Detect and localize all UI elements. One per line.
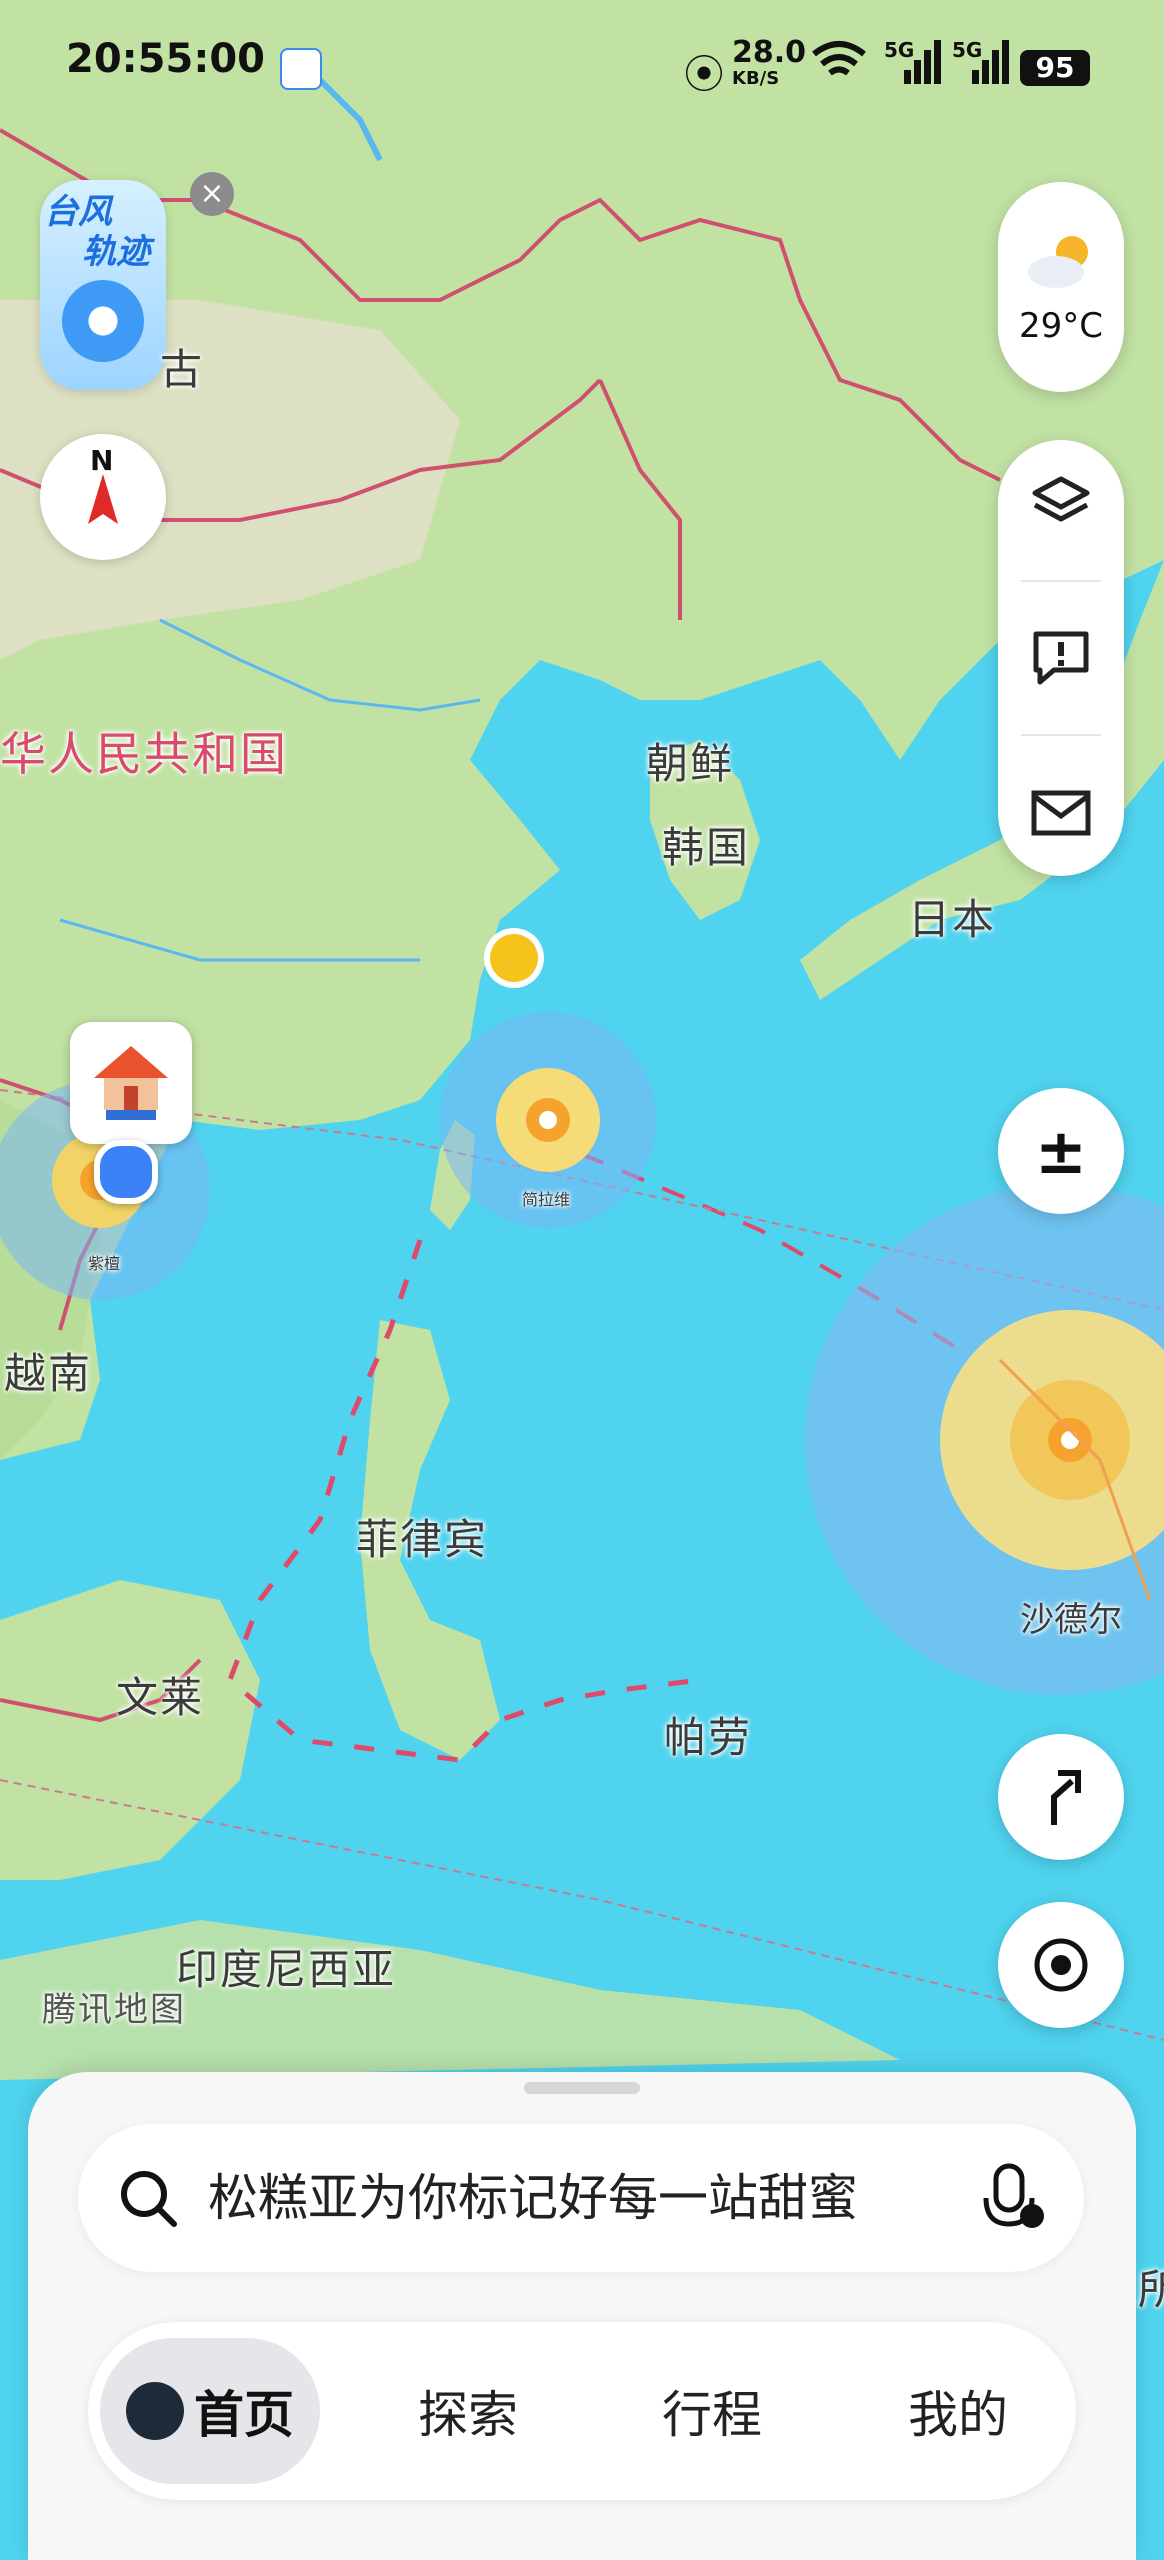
- layers-icon: [1032, 476, 1090, 522]
- wifi-icon: [810, 40, 868, 95]
- mail-button[interactable]: [1011, 763, 1111, 863]
- status-time: 20:55:00: [66, 36, 265, 82]
- favorite-star-marker: [484, 928, 544, 988]
- typhoon-swirl-icon: [62, 280, 144, 362]
- search-placeholder: 松糕亚为你标记好每一站甜蜜: [208, 2169, 858, 2227]
- house-icon: [94, 1046, 168, 1120]
- home-leaf-icon: [126, 2382, 184, 2440]
- battery-level: 95: [1035, 51, 1075, 84]
- microphone-icon[interactable]: [980, 2162, 1046, 2234]
- typhoon-track-button[interactable]: 台风 轨迹: [40, 180, 166, 390]
- search-bar[interactable]: 松糕亚为你标记好每一站甜蜜: [78, 2124, 1084, 2272]
- compass-north-icon: N: [90, 444, 114, 477]
- divider: [1021, 734, 1101, 737]
- home-marker[interactable]: [70, 1022, 192, 1144]
- typhoon-label-wipha: 紫檀: [88, 1254, 121, 1273]
- map-label-japan: 日本: [908, 895, 997, 944]
- map-label-edge: 所: [1138, 2265, 1164, 2314]
- network-2-label: 5G: [952, 38, 983, 62]
- tab-home[interactable]: 首页: [100, 2338, 320, 2484]
- map-label-north-korea: 朝鲜: [646, 739, 735, 788]
- zoom-button[interactable]: ±: [998, 1088, 1124, 1214]
- typhoon-track-label-2: 轨迹: [82, 232, 150, 272]
- weather-widget[interactable]: 29°C: [998, 182, 1124, 392]
- typhoon-label-danas: 简拉维: [522, 1190, 571, 1209]
- feedback-icon: [1033, 631, 1089, 685]
- layers-button[interactable]: [1011, 453, 1111, 553]
- assistant-status-icon: [280, 48, 322, 90]
- map-label-vietnam: 越南: [4, 1349, 93, 1398]
- battery-indicator: 95: [1020, 50, 1090, 86]
- map-label-philippines: 菲律宾: [356, 1515, 489, 1564]
- compass-needle-icon: [88, 474, 118, 524]
- network-speed: 28.0 KB/S: [732, 35, 807, 92]
- map-label-indonesia: 印度尼西亚: [176, 1945, 397, 1994]
- sheet-drag-handle[interactable]: [524, 2082, 640, 2094]
- map-tools-panel: [998, 440, 1124, 876]
- speed-value: 28.0: [732, 35, 807, 70]
- map-label-brunei: 文莱: [116, 1673, 205, 1722]
- partly-cloudy-icon: [1028, 236, 1088, 288]
- close-icon[interactable]: ×: [190, 172, 234, 216]
- turn-arrow-icon: [1051, 1770, 1081, 1825]
- map-label-china: 华人民共和国: [0, 727, 288, 781]
- tab-mine[interactable]: 我的: [878, 2322, 1038, 2500]
- search-icon: [121, 2171, 177, 2227]
- tab-explore[interactable]: 探索: [388, 2322, 548, 2500]
- locate-me-button[interactable]: [998, 1902, 1124, 2028]
- divider: [1021, 579, 1101, 582]
- map-label-palau: 帕劳: [664, 1713, 753, 1762]
- current-location-dot: [94, 1140, 158, 1204]
- tab-home-label: 首页: [194, 2386, 294, 2444]
- tab-trip-label: 行程: [662, 2386, 762, 2444]
- bottom-tab-bar: 首页 探索 行程 我的: [88, 2322, 1076, 2500]
- map-attribution: 腾讯地图: [42, 1990, 186, 2030]
- typhoon-label-shaoder: 沙德尔: [1020, 1600, 1122, 1640]
- tab-trip[interactable]: 行程: [632, 2322, 792, 2500]
- navigation-button[interactable]: [998, 1734, 1124, 1860]
- plus-minus-icon: ±: [1035, 1114, 1087, 1188]
- map-label-mongolia: 古: [160, 345, 205, 394]
- typhoon-danas-marker: [496, 1068, 600, 1172]
- mail-icon: [1031, 790, 1091, 836]
- network-1-label: 5G: [884, 38, 915, 62]
- tab-mine-label: 我的: [908, 2386, 1008, 2444]
- location-icon: ⦿: [684, 52, 724, 98]
- compass-button[interactable]: N: [40, 434, 166, 560]
- map-label-south-korea: 韩国: [662, 823, 751, 872]
- feedback-button[interactable]: [1011, 608, 1111, 708]
- tab-explore-label: 探索: [418, 2386, 518, 2444]
- weather-temperature: 29°C: [1018, 306, 1103, 346]
- locate-icon: [1034, 1938, 1088, 1992]
